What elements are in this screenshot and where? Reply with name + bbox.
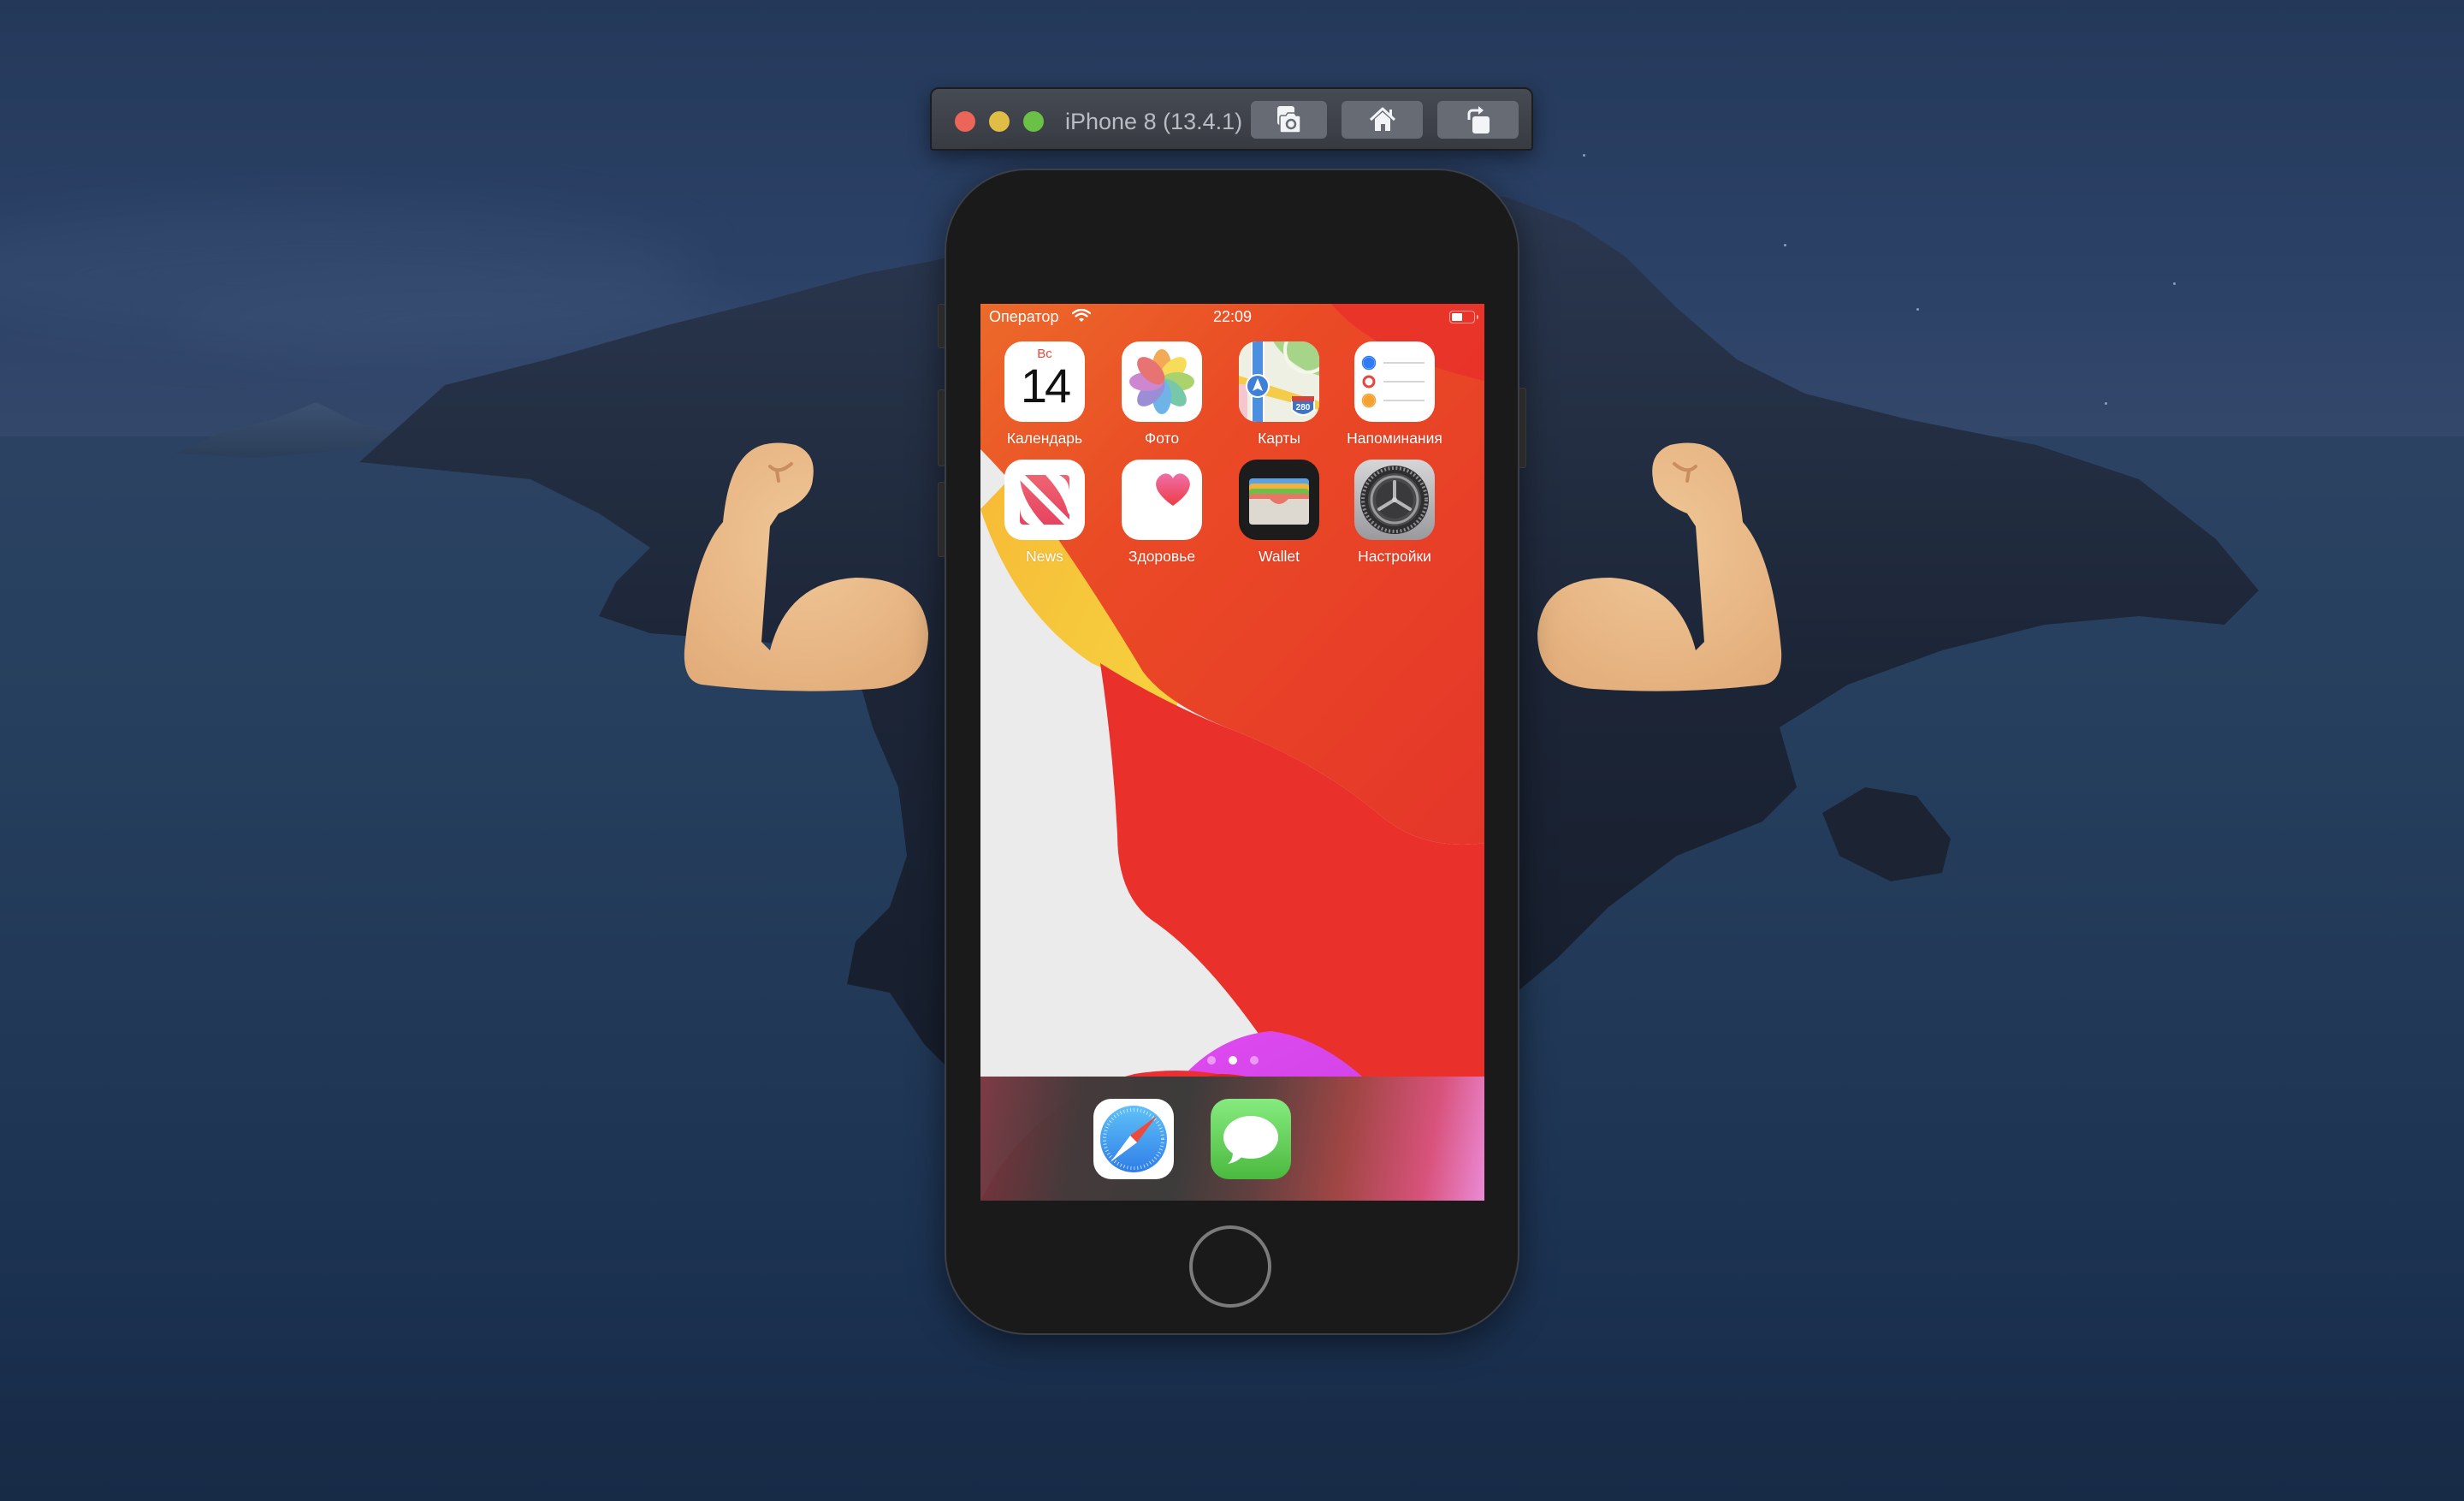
app-label: Календарь — [1006, 430, 1083, 447]
calendar-icon: Вс 14 — [1004, 341, 1085, 422]
battery-level — [1452, 313, 1462, 321]
gear-glyph — [1360, 466, 1429, 534]
iphone-screen: Оператор 22:09 Вс 14 Календарь Фото 280 … — [980, 304, 1484, 1201]
zoom-window-button[interactable] — [1023, 111, 1044, 132]
safari-icon — [1093, 1099, 1174, 1179]
power-button[interactable] — [1519, 388, 1526, 468]
calendar-date: 14 — [1020, 359, 1071, 412]
page-dot-active[interactable] — [1228, 1056, 1237, 1065]
flexed-biceps-right — [1537, 442, 1782, 691]
maps-graphic: 280 — [1239, 341, 1319, 422]
app-reminders[interactable]: Напоминания — [1343, 341, 1446, 448]
page-indicator[interactable] — [980, 1056, 1484, 1065]
compass-glyph — [1100, 1106, 1167, 1172]
app-settings[interactable]: Настройки — [1343, 460, 1446, 566]
app-maps[interactable]: 280 Карты — [1228, 341, 1330, 448]
speech-bubble-glyph — [1223, 1116, 1278, 1164]
heart-glyph — [1156, 473, 1190, 506]
minimize-window-button[interactable] — [989, 111, 1010, 132]
app-health[interactable]: Здоровье — [1111, 460, 1213, 566]
dock-app-messages[interactable] — [1211, 1099, 1291, 1179]
maps-icon: 280 — [1239, 341, 1319, 422]
app-label: Фото — [1144, 430, 1180, 447]
app-label: Настройки — [1358, 548, 1431, 565]
close-window-button[interactable] — [955, 111, 975, 132]
app-label: Карты — [1258, 430, 1300, 447]
status-time: 22:09 — [1212, 308, 1253, 325]
dock — [980, 1077, 1484, 1201]
app-label: Wallet — [1259, 548, 1300, 565]
news-icon — [1004, 460, 1085, 540]
reminders-icon — [1354, 341, 1435, 422]
simulator-device-title: iPhone 8 (13.4.1) — [1065, 109, 1243, 134]
page-dot[interactable] — [1206, 1056, 1216, 1065]
settings-icon — [1354, 460, 1435, 540]
photos-flower — [1129, 349, 1194, 414]
photos-icon — [1122, 341, 1202, 422]
wallet-cards — [1249, 478, 1309, 525]
app-label: Здоровье — [1128, 548, 1196, 565]
wallet-icon — [1239, 460, 1319, 540]
app-photos[interactable]: Фото — [1111, 341, 1213, 448]
messages-icon — [1211, 1099, 1291, 1179]
app-calendar[interactable]: Вс 14 Календарь — [993, 341, 1096, 448]
volume-down-button[interactable] — [938, 482, 945, 557]
app-wallet[interactable]: Wallet — [1228, 460, 1330, 566]
battery-icon — [1449, 311, 1478, 323]
health-icon — [1122, 460, 1202, 540]
app-label: News — [1026, 548, 1063, 565]
reminders-list — [1361, 355, 1424, 408]
camera-screenshot-icon — [1276, 106, 1301, 133]
simulator-toolbar: iPhone 8 (13.4.1) — [930, 87, 1533, 151]
status-bar: Оператор 22:09 — [980, 304, 1484, 329]
device-home-button[interactable] — [1189, 1225, 1271, 1308]
page-dot[interactable] — [1249, 1056, 1259, 1065]
mute-switch[interactable] — [938, 304, 945, 348]
home-icon — [1369, 107, 1395, 131]
flexed-biceps-left — [684, 442, 928, 691]
home-button[interactable] — [1342, 101, 1423, 139]
volume-up-button[interactable] — [938, 389, 945, 466]
app-news[interactable]: News — [993, 460, 1096, 566]
maps-route-shield: 280 — [1296, 403, 1311, 412]
app-label: Напоминания — [1347, 430, 1442, 447]
news-glyph — [1020, 475, 1069, 525]
rotate-button[interactable] — [1437, 101, 1519, 139]
dock-app-safari[interactable] — [1093, 1099, 1174, 1179]
rotate-icon — [1467, 106, 1490, 133]
screenshot-button[interactable] — [1251, 101, 1327, 139]
